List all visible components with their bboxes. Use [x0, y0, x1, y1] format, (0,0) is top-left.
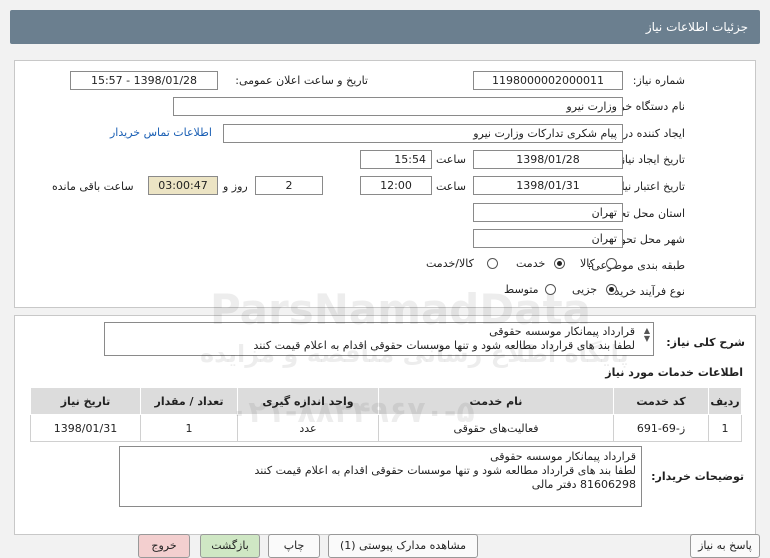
buyer-notes-box: قرارداد پیمانکار موسسه حقوقی لطفا بند ها… [119, 446, 642, 507]
quantity-cell: 1 [140, 414, 238, 442]
process-label: نوع فرآیند خرید : [607, 285, 685, 298]
process-option-minor: جزیی [572, 283, 598, 296]
category-option-service: خدمت [516, 257, 546, 270]
province-field: تهران [473, 203, 623, 222]
process-option-medium: متوسط [504, 283, 539, 296]
page-title: جزئیات اطلاعات نیاز [645, 20, 748, 34]
buyer-contact-link[interactable]: اطلاعات تماس خریدار [110, 126, 212, 139]
days-label: روز و [223, 180, 248, 193]
col-service-name: نام خدمت [378, 387, 614, 415]
print-button[interactable]: چاپ [268, 534, 320, 558]
service-name-cell: فعالیت‌های حقوقی [378, 414, 614, 442]
requester-field: پیام شکری تدارکات وزارت نیرو [223, 124, 623, 143]
announce-label: تاریخ و ساعت اعلان عمومی: [235, 74, 368, 87]
category-radio-goods[interactable] [606, 258, 617, 269]
service-code-cell: ز-69-691 [613, 414, 709, 442]
created-time-label: ساعت [436, 153, 466, 166]
general-desc-box: قرارداد پیمانکار موسسه حقوقی لطفا بند ها… [104, 322, 654, 356]
city-field: تهران [473, 229, 623, 248]
category-radio-both[interactable] [487, 258, 498, 269]
back-button[interactable]: بازگشت [200, 534, 260, 558]
need-date-cell: 1398/01/31 [30, 414, 141, 442]
table-row: 1 ز-69-691 فعالیت‌های حقوقی عدد 1 1398/0… [30, 414, 742, 442]
services-header-row: ردیف کد خدمت نام خدمت واحد اندازه گیری ت… [30, 387, 742, 415]
exit-button[interactable]: خروج [138, 534, 190, 558]
col-service-code: کد خدمت [613, 387, 709, 415]
page-header: جزئیات اطلاعات نیاز [10, 10, 760, 44]
general-desc-line-1: قرارداد پیمانکار موسسه حقوقی [489, 325, 635, 338]
days-remaining-field: 2 [255, 176, 323, 195]
created-date-label: تاریخ ایجاد نیاز: [615, 153, 685, 166]
need-number-field: 1198000002000011 [473, 71, 623, 90]
created-date-field: 1398/01/28 [473, 150, 623, 169]
validity-time-label: ساعت [436, 180, 466, 193]
reply-button[interactable]: پاسخ به نیاز [690, 534, 760, 558]
view-attachments-button[interactable]: مشاهده مدارک پیوستی (1) [328, 534, 478, 558]
buyer-notes-label: توضیحات خریدار: [651, 470, 744, 483]
validity-date-field: 1398/01/31 [473, 176, 623, 195]
process-radio-medium[interactable] [545, 284, 556, 295]
general-desc-line-2: لطفا بند های قرارداد مطالعه شود و تنها م… [253, 339, 635, 352]
announce-field: 1398/01/28 - 15:57 [70, 71, 218, 90]
buyer-notes-line-1: قرارداد پیمانکار موسسه حقوقی [490, 450, 636, 463]
col-row-number: ردیف [708, 387, 742, 415]
process-radio-minor[interactable] [606, 284, 617, 295]
created-time-field: 15:54 [360, 150, 432, 169]
scroll-arrows-icon[interactable]: ▲ ▼ [644, 327, 650, 343]
col-unit: واحد اندازه گیری [237, 387, 379, 415]
category-option-both: کالا/خدمت [426, 257, 474, 270]
category-radio-service[interactable] [554, 258, 565, 269]
category-label: طبقه بندی موضوعی: [587, 259, 685, 272]
services-table: ردیف کد خدمت نام خدمت واحد اندازه گیری ت… [30, 387, 742, 442]
buyer-org-field: وزارت نیرو [173, 97, 623, 116]
col-need-date: تاریخ نیاز [30, 387, 141, 415]
row-number-cell: 1 [708, 414, 742, 442]
validity-time-field: 12:00 [360, 176, 432, 195]
time-remaining-field: 03:00:47 [148, 176, 218, 195]
services-title: اطلاعات خدمات مورد نیاز [605, 366, 743, 379]
validity-label: تاریخ اعتبار نیاز: [612, 180, 685, 193]
general-desc-label: شرح کلی نیاز: [666, 336, 745, 349]
category-option-goods: کالا [580, 257, 595, 270]
unit-cell: عدد [237, 414, 379, 442]
time-remaining-label: ساعت باقی مانده [52, 180, 134, 193]
buyer-notes-line-3: 81606298 دفتر مالی [531, 478, 636, 491]
need-number-label: شماره نیاز: [632, 74, 685, 87]
col-quantity: تعداد / مقدار [140, 387, 238, 415]
buyer-notes-line-2: لطفا بند های قرارداد مطالعه شود و تنها م… [254, 464, 636, 477]
